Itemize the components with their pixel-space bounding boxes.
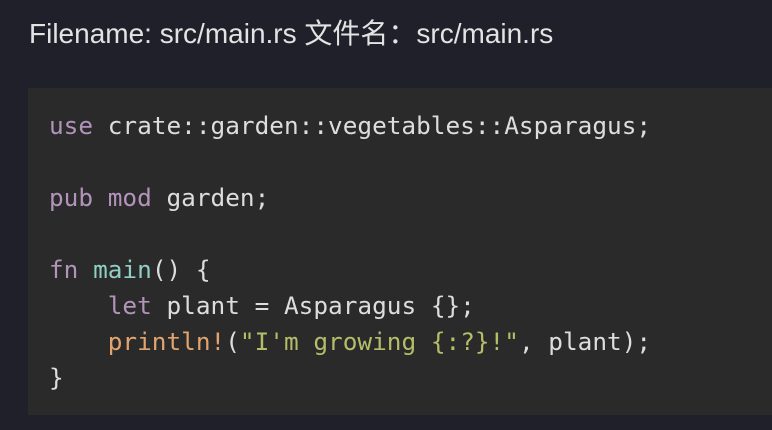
code-token-function: main (93, 255, 152, 284)
code-token-string: "I'm growing {:?}!" (239, 327, 519, 356)
code-token: () { (151, 255, 211, 284)
code-token-keyword: pub (49, 183, 94, 212)
filename-label: Filename: src/main.rs 文件名：src/main.rs (29, 18, 554, 49)
code-line: fn main() { (49, 252, 651, 288)
code-listing: use crate::garden::vegetables::Asparagus… (49, 108, 651, 396)
code-line: pub mod garden; (49, 180, 651, 216)
code-token: plant = Asparagus {}; (151, 291, 475, 320)
code-block: use crate::garden::vegetables::Asparagus… (28, 88, 772, 415)
code-line: use crate::garden::vegetables::Asparagus… (49, 108, 651, 144)
code-token: crate::garden::vegetables::Asparagus; (93, 111, 652, 140)
code-line: let plant = Asparagus {}; (49, 288, 651, 324)
code-line: } (49, 360, 651, 396)
code-token-keyword: mod (107, 183, 152, 212)
code-token: garden; (151, 183, 270, 212)
code-token: } (49, 363, 64, 392)
code-token: , plant); (518, 327, 652, 356)
code-token-keyword: use (49, 111, 94, 140)
code-token-macro: println! (107, 327, 226, 356)
code-line: println!("I'm growing {:?}!", plant); (49, 324, 651, 360)
code-token: ( (225, 327, 240, 356)
code-token-keyword: let (107, 291, 152, 320)
code-token-keyword: fn (49, 255, 79, 284)
